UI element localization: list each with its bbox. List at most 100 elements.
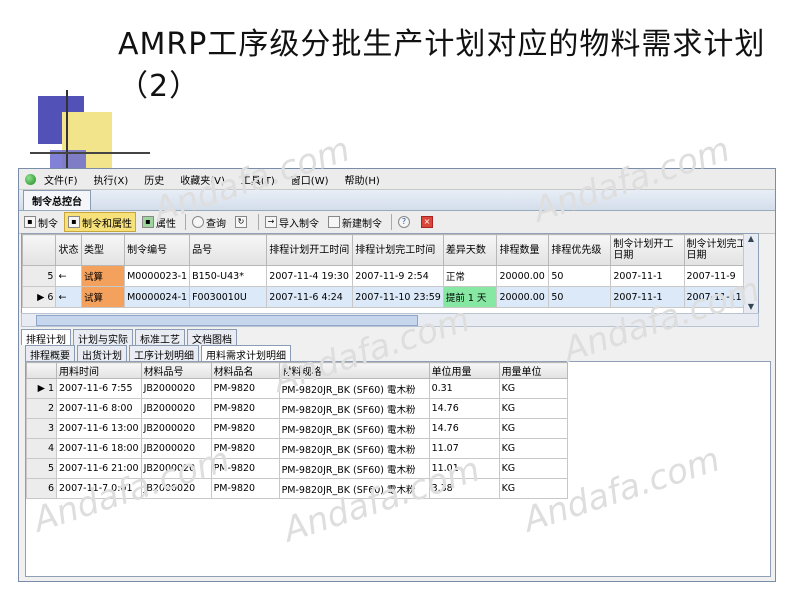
table-row-selected[interactable]: ▶ 6 ← 试算 M0000024-1 F0030010U 2007-11-6 … <box>22 286 758 308</box>
menu-execute[interactable]: 执行(X) <box>94 172 129 187</box>
row-number: 3 <box>26 418 57 439</box>
unit-usage-cell: 0.31 <box>428 378 500 399</box>
tab-order-console[interactable]: 制令总控台 <box>23 190 91 210</box>
col-material-spec[interactable]: 材料规格 <box>278 362 430 379</box>
tab-schedule-summary[interactable]: 排程概要 <box>25 345 75 362</box>
table-row[interactable]: 4 2007-11-6 18:00 JB2000020 PM-9820 PM-9… <box>26 438 568 459</box>
plan-start-cell: 2007-11-1 <box>610 265 685 287</box>
order-attr-label: 制令和属性 <box>82 218 132 230</box>
status-cell: ← <box>55 265 82 287</box>
col-material-no[interactable]: 材料品号 <box>140 362 212 379</box>
material-name-cell: PM-9820 <box>210 458 280 479</box>
refresh-button[interactable]: ↻ <box>232 213 252 231</box>
col-usage-unit[interactable]: 用量单位 <box>498 362 568 379</box>
material-spec-cell: PM-9820JR_BK (SF60) 電木粉 <box>278 418 430 439</box>
material-no-cell: JB2000020 <box>140 438 212 459</box>
toolbar-separator <box>258 214 259 230</box>
plan-start-cell: 2007-11-1 <box>610 286 685 308</box>
order-attr-icon: ▪ <box>68 216 80 228</box>
menu-tools[interactable]: 工具(T) <box>241 172 275 187</box>
col-plan-start[interactable]: 制令计划开工日期 <box>610 234 685 266</box>
col-order-no[interactable]: 制令编号 <box>124 234 191 266</box>
col-priority[interactable]: 排程优先级 <box>548 234 612 266</box>
material-name-cell: PM-9820 <box>210 378 280 399</box>
table-row[interactable]: 5 2007-11-6 21:00 JB2000020 PM-9820 PM-9… <box>26 458 568 479</box>
tab-material-requirement-detail[interactable]: 用料需求计划明细 <box>201 345 291 362</box>
row-pointer-icon: ▶ <box>37 291 48 303</box>
col-material-name[interactable]: 材料品名 <box>210 362 280 379</box>
col-status[interactable]: 状态 <box>55 234 82 266</box>
tab-plan-vs-actual[interactable]: 计划与实际 <box>73 329 133 346</box>
usage-time-cell: 2007-11-6 18:00 <box>56 438 142 459</box>
col-sched-end[interactable]: 排程计划完工时间 <box>352 234 444 266</box>
usage-unit-cell: KG <box>498 458 568 479</box>
menu-favorites[interactable]: 收藏夹(V) <box>180 172 225 187</box>
help-button[interactable]: ? <box>395 213 415 231</box>
row-number: ▶ 6 <box>22 286 57 308</box>
scroll-up-icon[interactable]: ▲ <box>744 234 758 246</box>
tab-process-plan-detail[interactable]: 工序计划明细 <box>129 345 199 362</box>
material-table: 用料时间 材料品号 材料品名 材料规格 单位用量 用量单位 ▶ 1 2007-1… <box>26 362 568 499</box>
usage-unit-cell: KG <box>498 438 568 459</box>
type-cell: 试算 <box>80 286 126 308</box>
close-button[interactable]: × <box>418 213 438 231</box>
unit-usage-cell: 11.01 <box>428 458 500 479</box>
col-item[interactable]: 品号 <box>189 234 268 266</box>
col-sched-start[interactable]: 排程计划开工时间 <box>266 234 354 266</box>
col-unit-usage[interactable]: 单位用量 <box>428 362 500 379</box>
order-label: 制令 <box>38 218 58 230</box>
table-row[interactable]: 3 2007-11-6 13:00 JB2000020 PM-9820 PM-9… <box>26 418 568 439</box>
order-no-cell: M0000024-1 <box>124 286 191 308</box>
type-cell: 试算 <box>80 265 126 287</box>
col-usage-time[interactable]: 用料时间 <box>56 362 142 379</box>
col-diff-days[interactable]: 差异天数 <box>442 234 498 266</box>
import-order-button[interactable]: → 导入制令 <box>262 213 322 231</box>
priority-cell: 50 <box>548 286 612 308</box>
table-row[interactable]: 5 ← 试算 M0000023-1 B150-U43* 2007-11-4 19… <box>22 265 758 287</box>
table-row[interactable]: 2 2007-11-6 8:00 JB2000020 PM-9820 PM-98… <box>26 398 568 419</box>
attr-label: 属性 <box>156 218 176 230</box>
order-button[interactable]: ▪ 制令 <box>21 213 61 231</box>
row-number: 6 <box>26 478 57 499</box>
query-button[interactable]: 查询 <box>189 213 229 231</box>
schedule-subtabs: 排程概要 出货计划 工序计划明细 用料需求计划明细 <box>25 345 293 362</box>
item-cell: F0030010U <box>189 286 268 308</box>
new-order-button[interactable]: 新建制令 <box>325 213 385 231</box>
usage-unit-cell: KG <box>498 378 568 399</box>
attr-button[interactable]: ▪ 属性 <box>139 213 179 231</box>
menu-window[interactable]: 窗口(W) <box>291 172 329 187</box>
toolbar-separator <box>391 214 392 230</box>
tab-shipping-plan[interactable]: 出货计划 <box>77 345 127 362</box>
new-order-label: 新建制令 <box>342 218 382 230</box>
horizontal-scrollbar[interactable] <box>21 313 759 327</box>
row-pointer-icon: ▶ <box>37 383 48 394</box>
order-icon: ▪ <box>24 216 36 228</box>
usage-unit-cell: KG <box>498 398 568 419</box>
sched-qty-cell: 20000.00 <box>496 286 550 308</box>
table-row-selected[interactable]: ▶ 1 2007-11-6 7:55 JB2000020 PM-9820 PM-… <box>26 378 568 399</box>
menu-history[interactable]: 历史 <box>144 172 164 187</box>
material-spec-cell: PM-9820JR_BK (SF60) 電木粉 <box>278 478 430 499</box>
toolbar: ▪ 制令 ▪ 制令和属性 ▪ 属性 查询 ↻ → 导入制令 新建制令 ? × <box>19 211 775 234</box>
material-no-cell: JB2000020 <box>140 478 212 499</box>
scrollbar-thumb[interactable] <box>36 315 418 326</box>
import-icon: → <box>265 216 277 228</box>
tab-standard-process[interactable]: 标准工艺 <box>135 329 185 346</box>
table-row[interactable]: 6 2007-11-7 0:01 JB2000020 PM-9820 PM-98… <box>26 478 568 499</box>
row-number: ▶ 1 <box>26 378 57 399</box>
col-type[interactable]: 类型 <box>80 234 126 266</box>
sched-end-cell: 2007-11-10 23:59 <box>352 286 444 308</box>
detail-tabs: 排程计划 计划与实际 标准工艺 文档图档 <box>21 329 239 346</box>
item-cell: B150-U43* <box>189 265 268 287</box>
vertical-scrollbar[interactable]: ▲ ▼ <box>743 234 758 314</box>
tab-schedule[interactable]: 排程计划 <box>21 329 71 346</box>
row-header-corner <box>22 234 57 266</box>
order-attr-button[interactable]: ▪ 制令和属性 <box>64 212 136 232</box>
menu-file[interactable]: 文件(F) <box>44 172 78 187</box>
tab-documents[interactable]: 文档图档 <box>187 329 237 346</box>
col-sched-qty[interactable]: 排程数量 <box>496 234 550 266</box>
menu-help[interactable]: 帮助(H) <box>345 172 380 187</box>
slide-decoration-line <box>30 152 150 154</box>
material-name-cell: PM-9820 <box>210 478 280 499</box>
close-icon: × <box>421 216 433 228</box>
